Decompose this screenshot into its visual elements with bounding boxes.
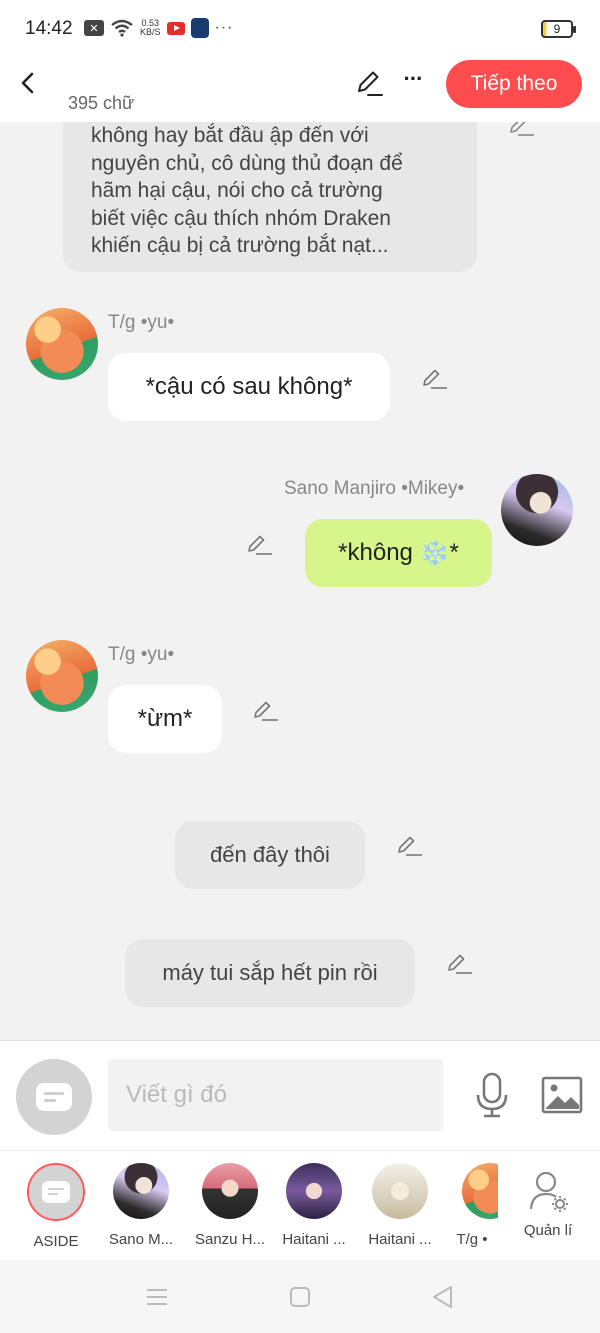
- narration-line: khiến cậu bị cả trường bắt nạt...: [91, 234, 389, 257]
- character-aside[interactable]: ASIDE: [16, 1163, 96, 1253]
- character-avatar: [286, 1163, 342, 1219]
- narration-line: nguyên chủ, cô dùng thủ đoạn để: [91, 151, 403, 175]
- character-haitani-1[interactable]: Haitani ...: [274, 1163, 354, 1253]
- edit-message-icon[interactable]: [396, 834, 424, 858]
- status-icons: ✕ 0.53 KB/S ···: [84, 18, 234, 38]
- sender-name: T/g •yu•: [108, 644, 175, 665]
- message-text: *không: [338, 539, 420, 566]
- narration-bubble[interactable]: máy tui sắp hết pin rồi: [125, 939, 415, 1007]
- message-input[interactable]: [108, 1059, 443, 1131]
- character-label: Haitani ...: [368, 1231, 432, 1248]
- notification-x-icon: ✕: [84, 20, 104, 36]
- manage-characters-button[interactable]: Quản lí: [520, 1169, 576, 1239]
- character-label: Haitani ...: [282, 1231, 346, 1248]
- sender-name: T/g •yu•: [108, 312, 175, 333]
- aside-speaker-button[interactable]: [16, 1059, 92, 1135]
- edit-message-icon[interactable]: [446, 952, 474, 976]
- menu-icon[interactable]: [144, 1284, 170, 1310]
- home-icon[interactable]: [287, 1284, 313, 1310]
- message-bubble[interactable]: *cậu có sau không*: [108, 353, 390, 421]
- story-feed[interactable]: không hay bắt đầu ập đến với nguyên chủ,…: [0, 122, 600, 1040]
- character-haitani-2[interactable]: Haitani ...: [360, 1163, 440, 1253]
- system-navigation-bar: [0, 1260, 600, 1333]
- narration-line: biết việc cậu thích nhóm Draken: [91, 206, 391, 230]
- character-avatar: [27, 1163, 85, 1221]
- edit-message-icon[interactable]: [252, 699, 280, 723]
- more-options-icon[interactable]: ···: [398, 68, 428, 98]
- character-label: Sanzu H...: [194, 1231, 266, 1248]
- character-label: T/g •: [456, 1231, 488, 1248]
- narration-bubble[interactable]: không hay bắt đầu ập đến với nguyên chủ,…: [63, 122, 477, 272]
- editor-header: 395 chữ ··· Tiếp theo: [0, 60, 600, 122]
- narration-bubble[interactable]: đến đây thôi: [175, 821, 365, 889]
- edit-message-icon[interactable]: [508, 122, 536, 138]
- word-count: 395 chữ: [68, 93, 135, 113]
- character-avatar: [462, 1163, 498, 1219]
- shield-icon: [190, 18, 209, 38]
- microphone-icon[interactable]: [470, 1071, 514, 1119]
- message-text: *: [449, 539, 459, 566]
- character-label: ASIDE: [33, 1233, 79, 1250]
- narration-line: không hay bắt đầu ập đến với: [91, 124, 369, 147]
- character-avatar: [372, 1163, 428, 1219]
- character-avatar: [202, 1163, 258, 1219]
- user-settings-icon: [529, 1171, 568, 1212]
- edit-pencil-icon[interactable]: [354, 68, 384, 98]
- edit-message-icon[interactable]: [246, 533, 274, 557]
- message-bubble[interactable]: *ừm*: [108, 685, 222, 753]
- avatar-tg-yu[interactable]: [26, 308, 98, 380]
- character-sanzu[interactable]: Sanzu H...: [190, 1163, 270, 1253]
- character-bar: ASIDE Sano M... Sanzu H... Haitani ... H…: [0, 1150, 600, 1260]
- character-avatar: [113, 1163, 169, 1219]
- status-bar: 14:42 ✕ 0.53 KB/S ··· 9: [0, 0, 600, 60]
- sender-name: Sano Manjiro •Mikey•: [284, 478, 465, 499]
- manage-label: Quản lí: [523, 1222, 573, 1239]
- message-bubble[interactable]: *không ❄️ *: [305, 519, 492, 587]
- avatar-tg-yu[interactable]: [26, 640, 98, 712]
- status-time: 14:42: [25, 18, 73, 39]
- character-tg-yu[interactable]: T/g •: [446, 1163, 498, 1253]
- more-dots-icon: ···: [214, 19, 234, 36]
- network-speed: 0.53 KB/S: [140, 19, 161, 37]
- back-button[interactable]: [14, 68, 44, 98]
- character-label: Sano M...: [108, 1231, 174, 1248]
- character-sano-manjiro[interactable]: Sano M...: [101, 1163, 181, 1253]
- narration-line: hãm hại cậu, nói cho cả trường: [91, 179, 383, 202]
- message-composer: [0, 1040, 600, 1150]
- back-triangle-icon[interactable]: [430, 1284, 456, 1310]
- snowflake-emoji: ❄️: [419, 539, 450, 567]
- avatar-sano-manjiro[interactable]: [501, 474, 573, 546]
- chat-bubble-icon: [42, 1181, 70, 1203]
- next-button[interactable]: Tiếp theo: [446, 60, 582, 108]
- battery-icon: 9: [541, 20, 576, 38]
- edit-message-icon[interactable]: [421, 367, 449, 391]
- wifi-icon: [111, 19, 133, 37]
- youtube-icon: [166, 21, 185, 35]
- image-upload-icon[interactable]: [540, 1075, 584, 1115]
- chat-bubble-icon: [36, 1083, 72, 1111]
- network-speed-unit: KB/S: [140, 27, 161, 37]
